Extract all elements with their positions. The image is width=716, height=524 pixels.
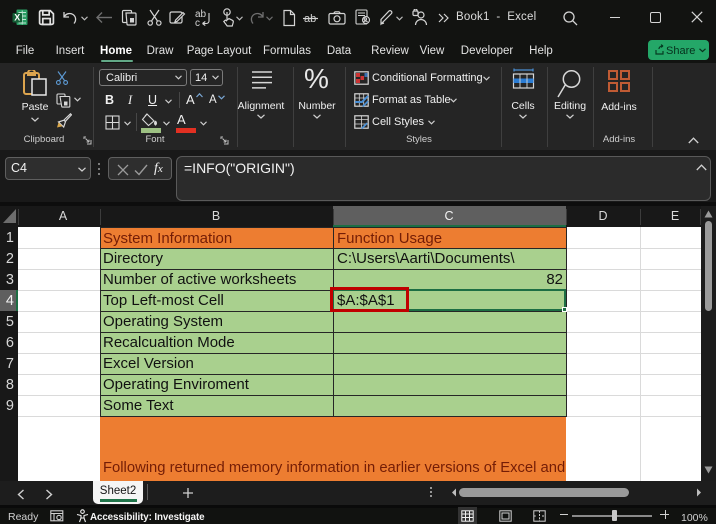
svg-text:c: c	[195, 18, 200, 28]
svg-text:X: X	[14, 13, 20, 23]
